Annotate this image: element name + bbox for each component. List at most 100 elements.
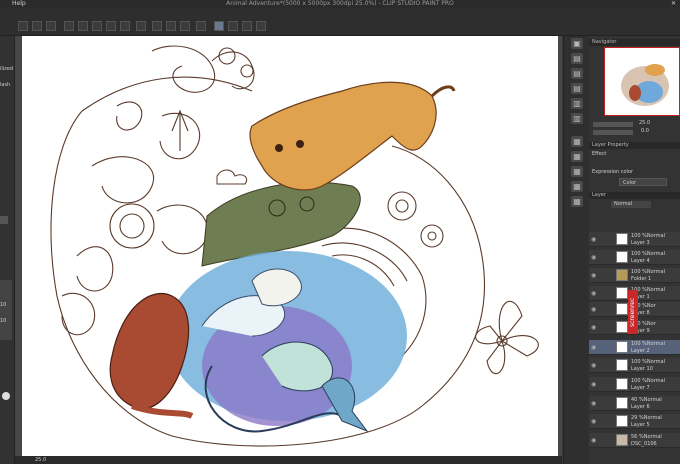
eye-icon[interactable]: ◉ — [591, 362, 596, 369]
color-circle-icon[interactable] — [2, 392, 10, 400]
folder-row[interactable]: ◉ 100 %Normal Folder 1 — [589, 268, 680, 283]
layer-property-tab-label: Layer Property — [592, 142, 629, 148]
size-value-2: 10 — [0, 318, 7, 324]
layer-thumbnail — [616, 303, 628, 315]
folder-icon[interactable]: ▥ — [571, 98, 583, 109]
new-file-icon[interactable] — [18, 21, 28, 31]
zoom-slider[interactable] — [593, 122, 633, 127]
redo-icon[interactable] — [120, 21, 130, 31]
clear-icon[interactable] — [152, 21, 162, 31]
color-slider-icon[interactable]: ▦ — [571, 166, 583, 177]
layer-opacity: 29 %Normal — [631, 415, 662, 421]
eye-icon[interactable]: ◉ — [591, 418, 596, 425]
brush-size-list[interactable] — [0, 280, 12, 340]
layer-name: Layer 6 — [631, 404, 650, 410]
layer-thumbnail — [616, 434, 628, 446]
material-icon[interactable]: ▤ — [571, 83, 583, 94]
panel-icon-strip: ▣ ▤ ▤ ▤ ▥ ▥ ▦ ▦ ▦ ▦ ▦ — [563, 36, 590, 464]
layer-row[interactable]: ◉ 100 %Normal Layer 10 — [589, 358, 680, 373]
layer-opacity: 100 %Normal — [631, 233, 665, 239]
select-icon[interactable] — [196, 21, 206, 31]
layer-name: Folder 1 — [631, 276, 652, 282]
eye-icon[interactable]: ◉ — [591, 324, 596, 331]
cut-icon[interactable] — [64, 21, 74, 31]
open-file-icon[interactable] — [32, 21, 42, 31]
color-set-icon[interactable]: ▦ — [571, 181, 583, 192]
snap-grid-icon[interactable] — [228, 21, 238, 31]
history-icon[interactable]: ▥ — [571, 113, 583, 124]
command-bar — [0, 8, 680, 36]
eye-icon[interactable]: ◉ — [591, 381, 596, 388]
title-bar: Help Animal Adventure*(5000 x 5000px 300… — [0, 0, 680, 8]
layer-tab-label: Layer — [592, 192, 606, 198]
layer-row-selected[interactable]: ◉ 100 %Normal Layer 2 — [589, 340, 680, 355]
layer-thumbnail — [616, 341, 628, 353]
layer-row[interactable]: ◉ 100 %Normal Layer 3 — [589, 232, 680, 247]
eye-icon[interactable]: ◉ — [591, 236, 596, 243]
save-icon[interactable] — [46, 21, 56, 31]
layer-row[interactable]: ◉ 100 %Normal Layer 4 — [589, 250, 680, 265]
status-bar: 25.0 — [15, 456, 562, 464]
layer-name: Layer 5 — [631, 422, 650, 428]
undo-icon[interactable] — [106, 21, 116, 31]
subview-icon[interactable]: ▤ — [571, 53, 583, 64]
brush-icon[interactable] — [0, 216, 8, 224]
layer-opacity: 100 %Normal — [631, 251, 665, 257]
expression-color-value: Color — [623, 180, 637, 186]
watermark: screenrec — [628, 290, 638, 334]
quick-access-icon[interactable]: ▦ — [571, 196, 583, 207]
layer-row[interactable]: ◉ 100 %Normal Layer 7 — [589, 377, 680, 392]
snap-ruler-icon[interactable] — [214, 21, 224, 31]
layer-thumbnail — [616, 251, 628, 263]
rotate-value: 0.0 — [641, 128, 649, 134]
eye-icon[interactable]: ◉ — [591, 400, 596, 407]
expression-color-select[interactable]: Color — [619, 178, 667, 186]
transform-icon[interactable] — [180, 21, 190, 31]
folder-icon — [616, 269, 628, 281]
auto-action-icon[interactable]: ▦ — [571, 136, 583, 147]
paste-icon[interactable] — [92, 21, 102, 31]
color-wheel-icon[interactable]: ▦ — [571, 151, 583, 162]
layer-opacity: 100 %Normal — [631, 269, 665, 275]
layer-opacity: 100 %Normal — [631, 378, 665, 384]
settings-icon[interactable] — [136, 21, 146, 31]
view-icon[interactable] — [256, 21, 266, 31]
eye-icon[interactable]: ◉ — [591, 272, 596, 279]
blend-mode-select[interactable]: Normal — [611, 201, 651, 208]
blend-mode-value: Normal — [614, 201, 633, 207]
eye-icon[interactable]: ◉ — [591, 306, 596, 313]
layer-name: Layer 3 — [631, 240, 650, 246]
layer-property-tab[interactable]: Layer Property — [589, 142, 680, 149]
search-layer-icon[interactable]: ▤ — [571, 68, 583, 79]
layer-row[interactable]: ◉ 40 %Normal Layer 6 — [589, 396, 680, 411]
tool-label-2: lash — [0, 82, 11, 88]
eye-icon[interactable]: ◉ — [591, 254, 596, 261]
rotate-slider[interactable] — [593, 130, 633, 135]
snap-special-icon[interactable] — [242, 21, 252, 31]
layer-thumbnail — [616, 397, 628, 409]
layer-opacity: 56 %Normal — [631, 434, 662, 440]
eye-icon[interactable]: ◉ — [591, 437, 596, 444]
navigator-preview — [621, 64, 669, 106]
copy-icon[interactable] — [78, 21, 88, 31]
close-icon[interactable]: ✕ — [671, 0, 676, 8]
expression-color-label: Expression color — [592, 169, 634, 175]
layer-row[interactable]: ◉ 29 %Normal Layer 5 — [589, 414, 680, 429]
layer-row[interactable]: ◉ 56 %Normal DSC_0106 — [589, 433, 680, 448]
navigator-tab[interactable]: Navigator — [589, 39, 680, 46]
navigator-tab-icon[interactable]: ▣ — [571, 38, 583, 49]
layer-thumbnail — [616, 415, 628, 427]
eye-icon[interactable]: ◉ — [591, 290, 596, 297]
zoom-readout: 25.0 — [35, 457, 47, 463]
eye-icon[interactable]: ◉ — [591, 344, 596, 351]
canvas[interactable] — [22, 36, 558, 456]
layer-tab[interactable]: Layer — [589, 192, 680, 199]
size-value-1: 10 — [0, 302, 7, 308]
layer-name: DSC_0106 — [631, 441, 657, 447]
layer-thumbnail — [616, 378, 628, 390]
layer-name: Layer 10 — [631, 366, 653, 372]
layer-thumbnail — [616, 287, 628, 299]
layer-thumbnail — [616, 321, 628, 333]
navigator-thumbnail[interactable] — [604, 47, 680, 116]
fill-icon[interactable] — [166, 21, 176, 31]
